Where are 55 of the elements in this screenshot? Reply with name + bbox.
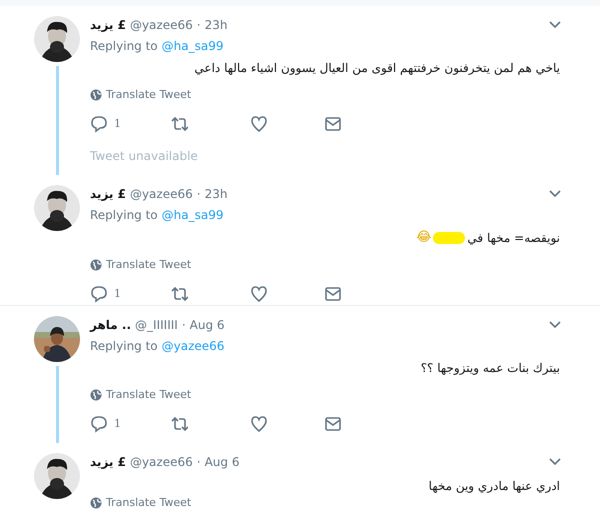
translate-link[interactable]: Translate Tweet	[90, 88, 192, 101]
reply-count: 1	[114, 416, 121, 430]
separator-dot: ·	[182, 318, 186, 332]
chevron-down-icon[interactable]	[548, 320, 562, 330]
timestamp[interactable]: Aug 6	[204, 455, 240, 469]
tweet-text: نويقصه= مخها في	[467, 230, 560, 244]
heart-icon[interactable]	[250, 415, 268, 433]
translate-link[interactable]: Translate Tweet	[90, 388, 192, 401]
separator-dot: ·	[196, 18, 201, 32]
user-handle: @yazee66	[130, 455, 193, 469]
display-name[interactable]: يزيد £	[90, 187, 126, 201]
display-name[interactable]: ماهر ..	[90, 318, 132, 332]
timestamp[interactable]: 23h	[204, 187, 228, 201]
tweet-text: ادري عنها مادري وين مخها	[428, 479, 560, 493]
tweet-text: بيترك بنات عمه ويتزوجها ؟؟	[420, 361, 560, 375]
heart-icon[interactable]	[250, 285, 268, 303]
user-handle: @yazee66	[130, 187, 193, 201]
translate-link[interactable]: Translate Tweet	[90, 496, 192, 509]
reply-icon[interactable]	[90, 115, 108, 133]
timestamp[interactable]: 23h	[204, 18, 228, 32]
chevron-down-icon[interactable]	[548, 457, 562, 467]
retweet-icon[interactable]	[170, 415, 188, 433]
mention-link[interactable]: @ha_sa99	[162, 39, 224, 53]
globe-icon	[90, 88, 102, 100]
replying-label: Replying to	[90, 39, 158, 53]
chevron-down-icon[interactable]	[548, 20, 562, 30]
separator-dot: ·	[196, 455, 201, 469]
timestamp[interactable]: Aug 6	[190, 318, 225, 332]
user-handle: @yazee66	[130, 18, 193, 32]
reply-count: 1	[114, 286, 121, 300]
envelope-icon[interactable]	[324, 285, 342, 303]
replying-label: Replying to	[90, 339, 158, 353]
mention-link[interactable]: @yazee66	[162, 339, 224, 353]
retweet-icon[interactable]	[170, 285, 188, 303]
globe-icon	[90, 258, 102, 270]
retweet-icon[interactable]	[170, 115, 188, 133]
separator-dot: ·	[196, 187, 201, 201]
envelope-icon[interactable]	[324, 115, 342, 133]
globe-icon	[90, 388, 102, 400]
envelope-icon[interactable]	[324, 415, 342, 433]
replying-label: Replying to	[90, 208, 158, 222]
translate-link[interactable]: Translate Tweet	[90, 258, 192, 271]
display-name[interactable]: يزيد £	[90, 18, 126, 32]
globe-icon	[90, 496, 102, 508]
heart-icon[interactable]	[250, 115, 268, 133]
reply-icon[interactable]	[90, 415, 108, 433]
display-name[interactable]: يزيد £	[90, 455, 126, 469]
tweet-text: ياخي هم لمن يتخرفنون خرفتتهم اقوى من العيال يسوون اشياء مالها داعي	[194, 61, 560, 75]
emoji: 😂	[416, 230, 432, 245]
reply-icon[interactable]	[90, 285, 108, 303]
chevron-down-icon[interactable]	[548, 189, 562, 199]
mention-link[interactable]: @ha_sa99	[162, 208, 224, 222]
unavailable-notice: Tweet unavailable	[90, 148, 199, 165]
reply-count: 1	[114, 116, 121, 130]
user-handle: @_IIIIIII	[135, 318, 178, 332]
